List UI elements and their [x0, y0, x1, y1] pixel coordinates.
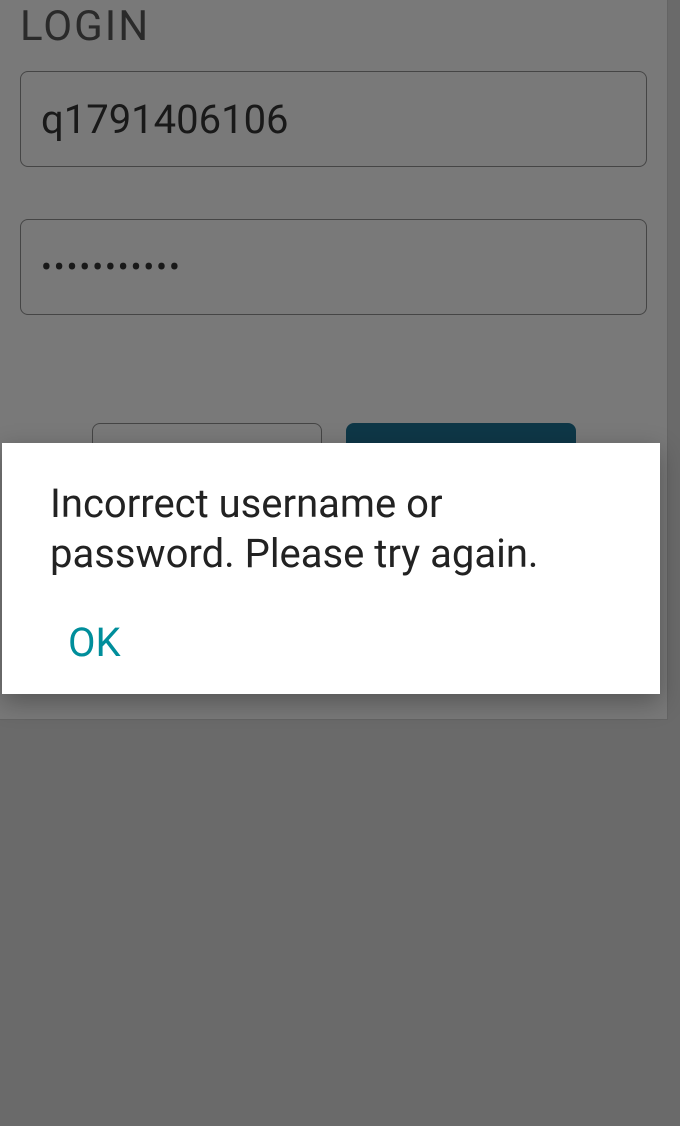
dialog-ok-button[interactable]: OK: [68, 619, 121, 666]
error-dialog: Incorrect username or password. Please t…: [2, 443, 660, 694]
dialog-message: Incorrect username or password. Please t…: [50, 479, 612, 579]
